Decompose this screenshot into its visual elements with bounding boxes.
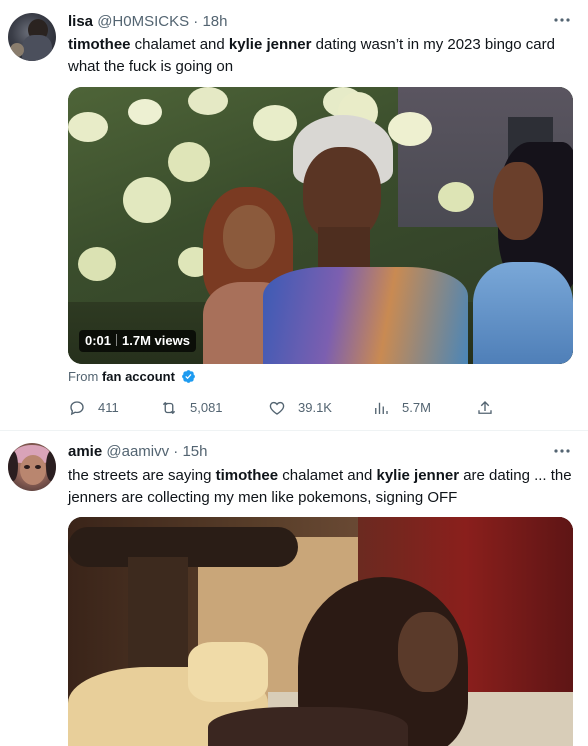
text-plain: chalamet and	[130, 36, 229, 53]
person-arm	[208, 707, 408, 746]
person-face	[398, 612, 458, 692]
separator-dot: ·	[173, 443, 179, 460]
tweet-text: the streets are saying timothee chalamet…	[68, 465, 573, 509]
flower	[68, 112, 108, 142]
flower	[438, 182, 474, 212]
text-bold: kylie jenner	[228, 36, 312, 53]
retweet-count: 5,081	[190, 400, 223, 415]
flower	[253, 105, 297, 141]
avatar[interactable]	[8, 443, 56, 491]
more-horizontal-icon[interactable]	[552, 10, 572, 30]
tweet-image[interactable]	[68, 517, 573, 746]
text-bold: timothee	[215, 467, 279, 484]
like-button[interactable]: 39.1K	[268, 396, 332, 420]
verified-badge-icon	[181, 370, 195, 383]
video-timestamp: 0:01	[85, 333, 112, 348]
pill-divider	[116, 334, 118, 346]
retweet-icon	[162, 402, 176, 414]
flower	[128, 99, 162, 125]
view-count: 5.7M	[402, 400, 431, 415]
user-handle[interactable]: @aamivv	[106, 443, 169, 460]
pillow	[188, 642, 268, 702]
video-views: 1.7M views	[122, 333, 190, 348]
person-face	[493, 162, 543, 240]
text-plain: chalamet and	[278, 467, 377, 484]
separator-dot: ·	[193, 13, 199, 30]
like-count: 39.1K	[298, 400, 332, 415]
share-button[interactable]	[476, 396, 506, 420]
tweet[interactable]: amie @aamivv · 15h the streets are sayin…	[0, 431, 588, 746]
tweet-text: timothee chalamet and kylie jenner datin…	[68, 34, 573, 78]
from-label: From	[68, 369, 99, 384]
text-bold: timothee	[68, 36, 131, 53]
flower	[168, 142, 210, 182]
user-handle[interactable]: @H0MSICKS	[97, 13, 189, 30]
person-face	[223, 205, 275, 269]
from-account-link[interactable]: fan account	[102, 369, 175, 384]
display-name[interactable]: amie	[68, 443, 102, 460]
avatar[interactable]	[8, 13, 56, 61]
share-icon	[478, 401, 492, 414]
flower	[78, 247, 116, 281]
tweet[interactable]: lisa @H0MSICKS · 18h timothee chalamet a…	[0, 0, 588, 431]
reply-button[interactable]: 411	[68, 396, 119, 420]
person-dress	[263, 267, 468, 364]
more-horizontal-icon[interactable]	[552, 441, 572, 461]
timestamp[interactable]: 15h	[182, 443, 207, 460]
flower	[388, 112, 432, 146]
tweet-header: lisa @H0MSICKS · 18h	[68, 12, 228, 32]
action-bar: 411 5,081 39.1K 5.7M	[68, 396, 508, 420]
tweet-header: amie @aamivv · 15h	[68, 442, 208, 462]
analytics-icon	[375, 402, 388, 414]
display-name[interactable]: lisa	[68, 13, 93, 30]
person-dress	[473, 262, 573, 364]
reply-count: 411	[98, 400, 119, 415]
text-bold: kylie jenner	[376, 467, 460, 484]
video-attribution: From fan account	[68, 368, 196, 386]
heart-icon	[269, 401, 285, 415]
flower	[123, 177, 171, 223]
video-info-pill: 0:01 1.7M views	[79, 330, 196, 352]
retweet-button[interactable]: 5,081	[160, 396, 223, 420]
timestamp[interactable]: 18h	[202, 13, 227, 30]
reply-icon	[70, 401, 84, 416]
text-plain: the streets are saying	[68, 467, 216, 484]
views-button[interactable]: 5.7M	[372, 396, 431, 420]
flower	[188, 87, 228, 115]
video-player[interactable]: 0:01 1.7M views	[68, 87, 573, 364]
